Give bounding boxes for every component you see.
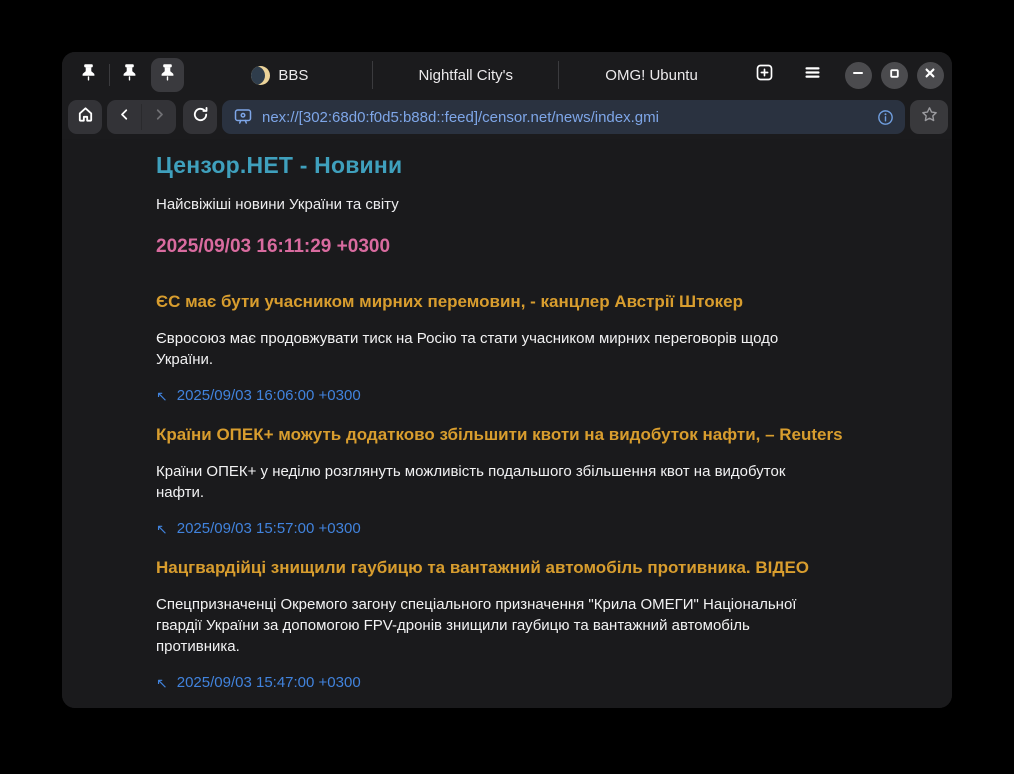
- article-title: Нацгвардійці знищили гаубицю та вантажни…: [156, 557, 876, 579]
- pinned-tab-3-active[interactable]: [151, 58, 185, 92]
- divider: [558, 61, 559, 89]
- article: Країни ОПЕК+ можуть додатково збільшити …: [156, 424, 912, 537]
- minimize-button[interactable]: [845, 62, 872, 89]
- tab-label: Nightfall City's: [418, 67, 513, 84]
- url-input[interactable]: nex://[302:68d0:f0d5:b88d::feed]/censor.…: [262, 109, 867, 126]
- bookmark-button[interactable]: [910, 100, 948, 134]
- pushpin-icon: [160, 64, 175, 86]
- tab-bar: BBS Nightfall City's OMG! Ubuntu: [62, 52, 952, 98]
- page-content: Цензор.НЕТ - Новини Найсвіжіші новини Ук…: [62, 139, 952, 708]
- x-icon: [924, 66, 936, 84]
- menu-button[interactable]: [797, 59, 829, 91]
- tab-omg-ubuntu[interactable]: OMG! Ubuntu: [562, 52, 741, 98]
- home-icon: [76, 105, 95, 129]
- article-summary: Спецпризначенці Окремого загону спеціаль…: [156, 594, 828, 657]
- square-plus-icon: [754, 62, 775, 88]
- history-nav-group: [107, 100, 176, 134]
- pinned-tab-2[interactable]: [113, 58, 147, 92]
- article-title: ЄС має бути учасником мирних перемовин, …: [156, 291, 876, 313]
- article-link[interactable]: ↖ 2025/09/03 15:47:00 +0300: [156, 674, 361, 691]
- tab-nightfall-citys[interactable]: Nightfall City's: [376, 52, 555, 98]
- article-title: Країни ОПЕК+ можуть додатково збільшити …: [156, 424, 876, 446]
- tab-label: BBS: [278, 67, 308, 84]
- pushpin-icon: [81, 64, 96, 86]
- article-summary: Євросоюз має продовжувати тиск на Росію …: [156, 328, 828, 370]
- pushpin-icon: [122, 64, 137, 86]
- link-arrow-icon: ↖: [156, 522, 168, 536]
- minus-icon: [852, 66, 864, 84]
- article-link[interactable]: ↖ 2025/09/03 16:06:00 +0300: [156, 387, 361, 404]
- navigation-bar: nex://[302:68d0:f0d5:b88d::feed]/censor.…: [62, 98, 952, 139]
- star-icon: [920, 105, 939, 129]
- article-timestamp-link[interactable]: 2025/09/03 15:57:00 +0300: [177, 520, 361, 537]
- hamburger-icon: [803, 63, 822, 87]
- article-link[interactable]: ↖ 2025/09/03 15:57:00 +0300: [156, 520, 361, 537]
- reload-icon: [191, 105, 210, 129]
- tab-label: OMG! Ubuntu: [605, 67, 698, 84]
- crescent-moon-icon: [251, 66, 270, 85]
- article-timestamp-link[interactable]: 2025/09/03 15:47:00 +0300: [177, 674, 361, 691]
- chevron-left-icon: [116, 106, 133, 128]
- page-info-icon[interactable]: [876, 108, 895, 127]
- article: Нацгвардійці знищили гаубицю та вантажни…: [156, 557, 912, 691]
- link-arrow-icon: ↖: [156, 676, 168, 690]
- forward-button[interactable]: [142, 100, 176, 134]
- chevron-right-icon: [151, 106, 168, 128]
- pinned-tab-1[interactable]: [72, 58, 106, 92]
- browser-window: BBS Nightfall City's OMG! Ubuntu: [62, 52, 952, 708]
- article-timestamp-link[interactable]: 2025/09/03 16:06:00 +0300: [177, 387, 361, 404]
- maximize-button[interactable]: [881, 62, 908, 89]
- divider: [109, 64, 110, 86]
- divider: [372, 61, 373, 89]
- url-bar[interactable]: nex://[302:68d0:f0d5:b88d::feed]/censor.…: [222, 100, 905, 134]
- link-arrow-icon: ↖: [156, 389, 168, 403]
- feed-updated-heading: 2025/09/03 16:11:29 +0300: [156, 236, 912, 258]
- square-icon: [889, 66, 900, 84]
- new-tab-button[interactable]: [749, 59, 781, 91]
- close-button[interactable]: [917, 62, 944, 89]
- back-button[interactable]: [107, 100, 141, 134]
- tab-bbs[interactable]: BBS: [190, 52, 369, 98]
- page-title: Цензор.НЕТ - Новини: [156, 152, 912, 179]
- article-summary: Країни ОПЕК+ у неділю розглянуть можливі…: [156, 461, 828, 503]
- article: ЄС має бути учасником мирних перемовин, …: [156, 291, 912, 404]
- home-button[interactable]: [68, 100, 102, 134]
- retro-monitor-icon: [233, 107, 253, 127]
- page-subtitle: Найсвіжіші новини України та світу: [156, 196, 912, 213]
- reload-button[interactable]: [183, 100, 217, 134]
